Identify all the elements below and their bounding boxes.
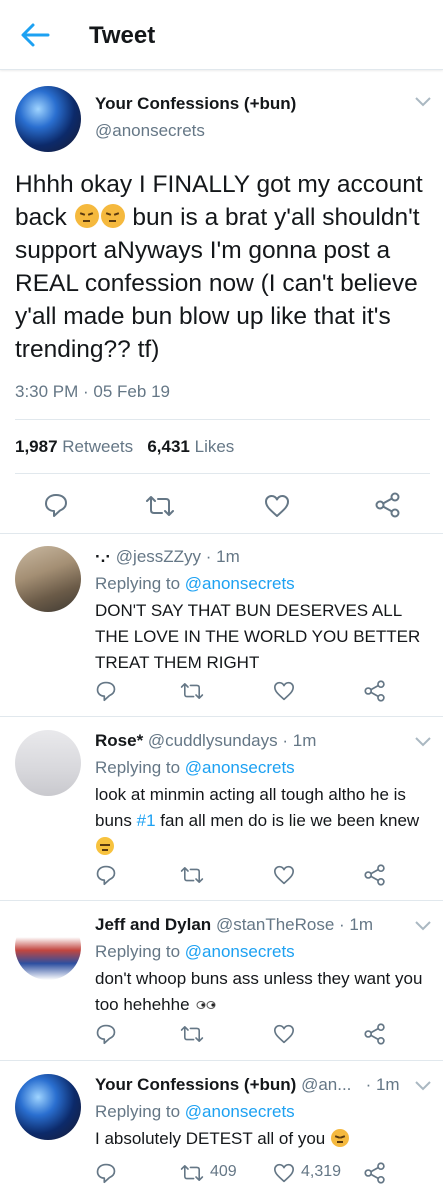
- likes-label: Likes: [194, 437, 235, 456]
- replying-label: Replying to: [95, 942, 181, 961]
- reply-icon[interactable]: [95, 680, 117, 702]
- replying-handle-link[interactable]: @anonsecrets: [185, 758, 295, 777]
- like-count: 4,319: [301, 1163, 342, 1180]
- reply-text: DON'T SAY THAT BUN DESERVES ALL THE LOVE…: [95, 601, 421, 672]
- replying-handle-link[interactable]: @anonsecrets: [185, 942, 295, 961]
- chevron-down-icon[interactable]: [415, 921, 431, 931]
- retweet-icon[interactable]: [180, 1163, 204, 1183]
- divider: [0, 900, 443, 901]
- hashtag-link[interactable]: #1: [137, 811, 156, 830]
- replying-handle-link[interactable]: @anonsecrets: [185, 574, 295, 593]
- reply-author-handle: @stanTheRose: [215, 915, 335, 934]
- reply-avatar[interactable]: [15, 1074, 81, 1140]
- tweet-text: Hhhh okay I FINALLY got my account back …: [15, 168, 435, 366]
- reply-author-name: Your Confessions (+bun): [95, 1075, 297, 1094]
- replying-to: Replying to @anonsecrets: [95, 1102, 295, 1122]
- back-arrow-icon[interactable]: [20, 22, 50, 48]
- replying-label: Replying to: [95, 1102, 181, 1121]
- retweet-icon[interactable]: [180, 865, 204, 885]
- replying-to: Replying to @anonsecrets: [95, 574, 295, 594]
- divider: [15, 473, 430, 474]
- chevron-down-icon[interactable]: [415, 1081, 431, 1091]
- chevron-down-icon[interactable]: [415, 97, 431, 107]
- reply-time: · 1m: [282, 731, 317, 750]
- retweet-count: 409: [210, 1163, 237, 1180]
- retweets-count: 1,987: [15, 437, 58, 456]
- reply-author-handle: @cuddlysundays: [147, 731, 278, 750]
- reply-header[interactable]: ·.· @jessZZyy · 1m: [95, 547, 240, 567]
- retweet-icon[interactable]: [145, 494, 175, 518]
- eyes-emoji-icon: [196, 1001, 216, 1009]
- replying-to: Replying to @anonsecrets: [95, 942, 295, 962]
- share-icon[interactable]: [364, 1023, 386, 1045]
- reply-avatar[interactable]: [15, 546, 81, 612]
- replying-label: Replying to: [95, 758, 181, 777]
- like-icon[interactable]: [273, 1163, 295, 1183]
- reply-author-handle: @jessZZyy: [115, 547, 202, 566]
- like-icon[interactable]: [273, 1024, 295, 1044]
- like-icon[interactable]: [264, 494, 290, 518]
- reply-avatar[interactable]: [15, 730, 81, 796]
- tweet-timestamp[interactable]: 3:30 PM · 05 Feb 19: [15, 382, 170, 402]
- retweet-icon[interactable]: [180, 681, 204, 701]
- author-name[interactable]: Your Confessions (+bun): [95, 94, 296, 114]
- reply-time: · 1m: [365, 1075, 400, 1094]
- page-title: Tweet: [89, 22, 156, 49]
- reply-icon[interactable]: [95, 1023, 117, 1045]
- reply-text-body: I absolutely DETEST all of you: [95, 1129, 326, 1148]
- reply-icon[interactable]: [95, 1162, 117, 1184]
- retweets-label: Retweets: [62, 437, 134, 456]
- divider: [0, 716, 443, 717]
- tweet-stats: 1,987 Retweets 6,431 Likes: [15, 437, 234, 457]
- share-icon[interactable]: [364, 864, 386, 886]
- reply-text: don't whoop buns ass unless they want yo…: [95, 966, 430, 1018]
- share-icon[interactable]: [375, 492, 401, 518]
- replying-to: Replying to @anonsecrets: [95, 758, 295, 778]
- angry-face-emoji-icon: [100, 204, 125, 228]
- angry-face-emoji-icon: [74, 204, 99, 228]
- replying-label: Replying to: [95, 574, 181, 593]
- replying-handle-link[interactable]: @anonsecrets: [185, 1102, 295, 1121]
- share-icon[interactable]: [364, 1162, 386, 1184]
- likes-stat[interactable]: 6,431 Likes: [147, 437, 234, 456]
- reply-author-name: ·.·: [95, 547, 112, 566]
- tweet-text-part-2: bun is a brat y'all shouldn't support aN…: [15, 204, 420, 363]
- reply-author-name: Rose*: [95, 731, 144, 750]
- likes-count: 6,431: [147, 437, 190, 456]
- divider: [0, 533, 443, 534]
- reply-time: · 1m: [205, 547, 240, 566]
- retweet-icon[interactable]: [180, 1024, 204, 1044]
- share-icon[interactable]: [364, 680, 386, 702]
- reply-text-body: don't whoop buns ass unless they want yo…: [95, 969, 423, 1014]
- author-handle[interactable]: @anonsecrets: [95, 121, 205, 141]
- reply-author-handle: @an...: [301, 1075, 352, 1094]
- reply-time: · 1m: [339, 915, 374, 934]
- reply-avatar[interactable]: [15, 914, 81, 980]
- reply-header[interactable]: Rose* @cuddlysundays · 1m: [95, 731, 316, 751]
- like-icon[interactable]: [273, 865, 295, 885]
- reply-header[interactable]: Your Confessions (+bun) @an... · 1m: [95, 1075, 400, 1095]
- reply-icon[interactable]: [95, 864, 117, 886]
- top-bar: Tweet: [0, 0, 443, 70]
- like-icon[interactable]: [273, 681, 295, 701]
- reply-text-part-2: fan all men do is lie we been knew: [160, 811, 420, 830]
- reply-header[interactable]: Jeff and Dylan @stanTheRose · 1m: [95, 915, 373, 935]
- divider: [0, 1060, 443, 1061]
- retweets-stat[interactable]: 1,987 Retweets: [15, 437, 133, 456]
- unamused-face-emoji-icon: [96, 837, 114, 855]
- avatar[interactable]: [15, 86, 81, 152]
- reply-author-name: Jeff and Dylan: [95, 915, 212, 934]
- angry-face-emoji-icon: [330, 1129, 349, 1147]
- reply-icon[interactable]: [43, 492, 69, 518]
- reply-text: I absolutely DETEST all of you: [95, 1126, 430, 1152]
- divider: [15, 419, 430, 420]
- reply-text: look at minmin acting all tough altho he…: [95, 782, 430, 860]
- chevron-down-icon[interactable]: [415, 737, 431, 747]
